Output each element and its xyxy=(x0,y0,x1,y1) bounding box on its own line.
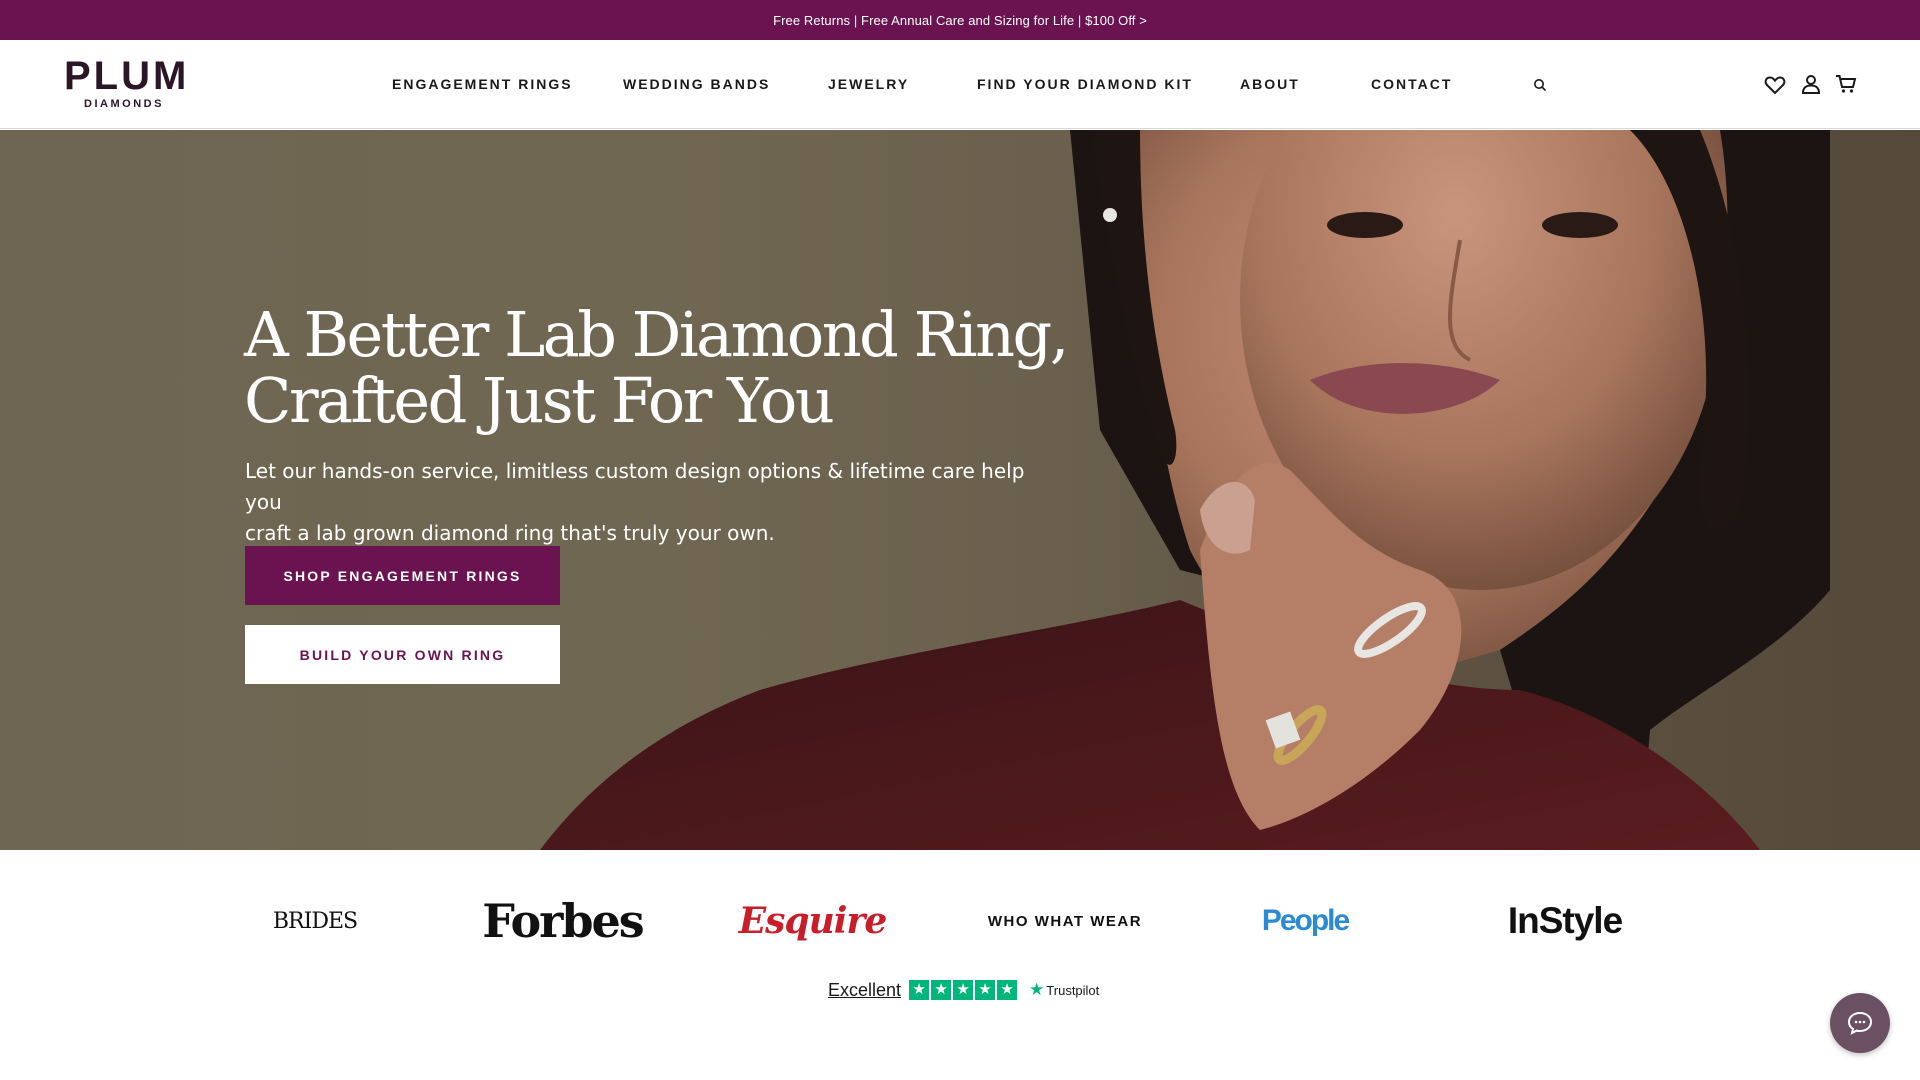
nav-jewelry[interactable]: JEWELRY xyxy=(828,76,909,92)
heart-icon[interactable] xyxy=(1762,72,1788,98)
chat-widget-button[interactable] xyxy=(1830,993,1890,1053)
nav-wedding-bands[interactable]: WEDDING BANDS xyxy=(623,76,770,92)
site-header: PLUM DIAMONDS ENGAGEMENT RINGS WEDDING B… xyxy=(0,40,1920,129)
press-logo-esquire: Esquire xyxy=(738,900,888,942)
hero-subtitle-line-1: Let our hands-on service, limitless cust… xyxy=(245,459,1025,514)
logo-sub-text: DIAMONDS xyxy=(84,98,164,110)
trustpilot-rating-word[interactable]: Excellent xyxy=(828,980,901,1001)
nav-engagement-rings[interactable]: ENGAGEMENT RINGS xyxy=(392,76,573,92)
hero-subtitle: Let our hands-on service, limitless cust… xyxy=(245,456,1045,549)
search-icon[interactable] xyxy=(1527,72,1553,98)
press-logo-instyle: InStyle xyxy=(1507,900,1623,941)
logo-main-text: PLUM xyxy=(64,54,190,98)
press-logos-section: BRIDES Forbes Esquire WHO WHAT WEAR Peop… xyxy=(0,850,1920,980)
press-logo-brides: BRIDES xyxy=(272,908,358,934)
press-logo-forbes: Forbes xyxy=(482,894,644,948)
shop-engagement-rings-button[interactable]: SHOP ENGAGEMENT RINGS xyxy=(245,546,560,605)
press-logo-people: People xyxy=(1261,904,1350,937)
hero-title: A Better Lab Diamond Ring, Crafted Just … xyxy=(244,302,1144,434)
chat-bubble-icon xyxy=(1847,1011,1873,1035)
trustpilot-stars: ★ ★ ★ ★ ★ xyxy=(909,980,1018,1000)
star-icon: ★ xyxy=(997,980,1018,1000)
nav-find-your-diamond-kit[interactable]: FIND YOUR DIAMOND KIT xyxy=(977,76,1193,92)
announcement-bar[interactable]: Free Returns | Free Annual Care and Sizi… xyxy=(0,0,1920,40)
star-icon: ★ xyxy=(975,980,996,1000)
trustpilot-brand-name: Trustpilot xyxy=(1046,982,1100,998)
cart-icon[interactable] xyxy=(1833,71,1859,97)
star-icon: ★ xyxy=(953,980,974,1000)
nav-about[interactable]: ABOUT xyxy=(1240,76,1300,92)
hero-title-line-1: A Better Lab Diamond Ring, xyxy=(244,298,1069,371)
star-icon: ★ xyxy=(909,980,930,1000)
account-icon[interactable] xyxy=(1798,71,1824,97)
site-logo[interactable]: PLUM DIAMONDS xyxy=(64,54,190,113)
trustpilot-widget[interactable]: Excellent ★ ★ ★ ★ ★ ★ Trustpilot xyxy=(828,978,1099,1002)
press-logo-who-what-wear: WHO WHAT WEAR xyxy=(987,912,1143,930)
hero-title-line-2: Crafted Just For You xyxy=(244,364,835,437)
hero-subtitle-line-2: craft a lab grown diamond ring that's tr… xyxy=(245,521,775,545)
build-your-own-ring-button[interactable]: BUILD YOUR OWN RING xyxy=(245,625,560,684)
nav-contact[interactable]: CONTACT xyxy=(1371,76,1452,92)
hero-banner: A Better Lab Diamond Ring, Crafted Just … xyxy=(0,130,1920,850)
announcement-text[interactable]: Free Returns | Free Annual Care and Sizi… xyxy=(773,13,1147,28)
star-icon: ★ xyxy=(931,980,952,1000)
trustpilot-brand: ★ Trustpilot xyxy=(1029,980,1099,1000)
trustpilot-star-icon: ★ xyxy=(1029,980,1045,999)
